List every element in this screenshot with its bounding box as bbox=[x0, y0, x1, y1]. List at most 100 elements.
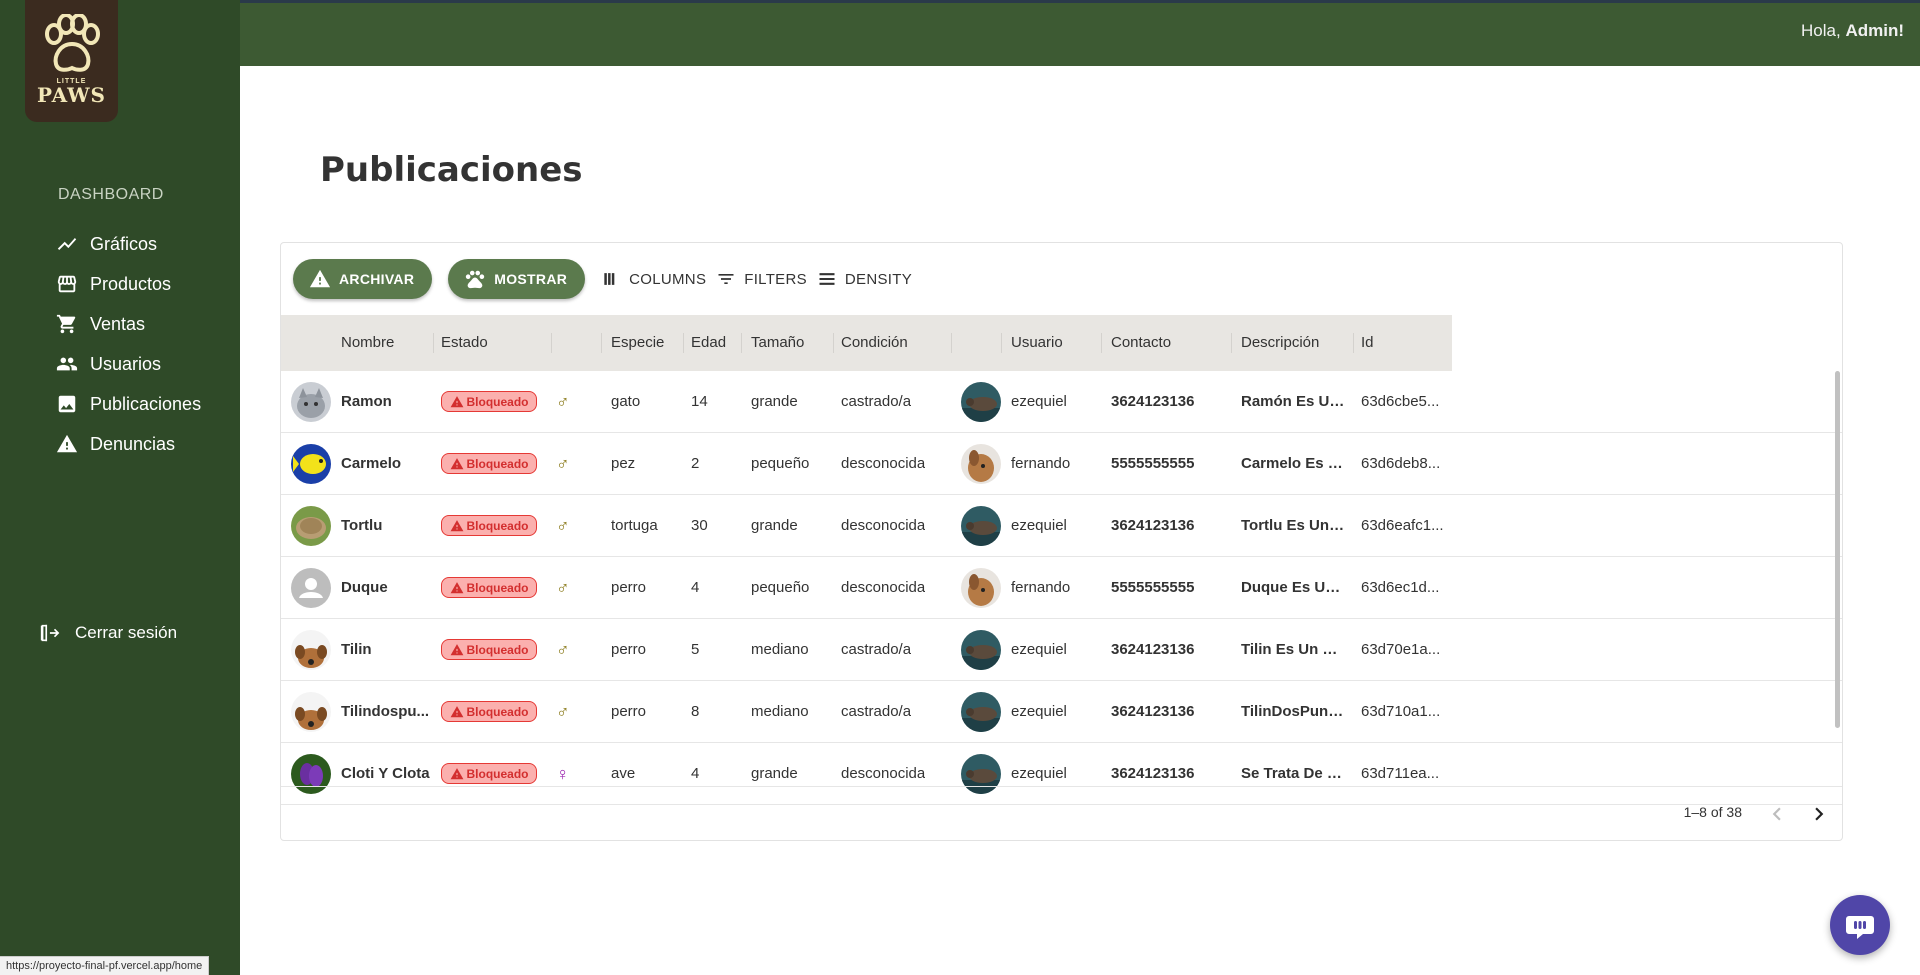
column-separator[interactable] bbox=[683, 333, 684, 353]
column-header-descripcion[interactable]: Descripción bbox=[1241, 315, 1319, 371]
cell-descripcion: Carmelo Es U... bbox=[1241, 455, 1345, 472]
pet-avatar bbox=[291, 692, 331, 732]
cell-edad: 4 bbox=[691, 579, 700, 596]
filter-icon bbox=[718, 274, 734, 284]
cell-descripcion: Duque Es Un ... bbox=[1241, 579, 1345, 596]
table-row[interactable]: Carmelo Bloqueado ♂ pez 2 pequeño descon… bbox=[281, 433, 1842, 495]
warning-icon bbox=[450, 581, 463, 593]
column-separator[interactable] bbox=[951, 333, 952, 353]
density-button[interactable]: DENSITY bbox=[817, 269, 912, 289]
sidebar-item-label: Gráficos bbox=[90, 233, 158, 254]
pet-avatar bbox=[291, 382, 331, 422]
status-badge[interactable]: Bloqueado bbox=[441, 577, 537, 598]
column-separator[interactable] bbox=[833, 333, 834, 353]
sidebar-item-ventas[interactable]: Ventas bbox=[56, 304, 201, 344]
next-page-button[interactable] bbox=[1806, 801, 1832, 827]
cell-nombre: Carmelo bbox=[341, 455, 402, 472]
table-row[interactable]: Tilin Bloqueado ♂ perro 5 mediano castra… bbox=[281, 619, 1842, 681]
column-header-condicion[interactable]: Condición bbox=[841, 315, 908, 371]
column-header-usuario[interactable]: Usuario bbox=[1011, 315, 1063, 371]
image-icon bbox=[58, 395, 76, 413]
column-header-nombre[interactable]: Nombre bbox=[341, 315, 394, 371]
previous-page-button[interactable] bbox=[1764, 801, 1790, 827]
cell-nombre: Ramon bbox=[341, 393, 392, 410]
grid-toolbar: ARCHIVAR MOSTRAR COLUMNS FILTERS DENSITY bbox=[293, 259, 922, 299]
logout-button[interactable]: Cerrar sesión bbox=[38, 622, 177, 644]
chevron-left-icon bbox=[1772, 807, 1781, 821]
pet-avatar bbox=[291, 630, 331, 670]
cell-nombre: Duque bbox=[341, 579, 388, 596]
grid-header: Nombre Estado Especie Edad Tamaño Condic… bbox=[281, 315, 1452, 371]
column-separator[interactable] bbox=[1101, 333, 1102, 353]
column-separator[interactable] bbox=[1353, 333, 1354, 353]
status-badge[interactable]: Bloqueado bbox=[441, 515, 537, 536]
status-badge-label: Bloqueado bbox=[466, 642, 529, 657]
male-icon: ♂ bbox=[556, 454, 570, 474]
status-badge[interactable]: Bloqueado bbox=[441, 763, 537, 784]
cell-id: 63d710a1... bbox=[1361, 703, 1441, 720]
status-badge[interactable]: Bloqueado bbox=[441, 639, 537, 660]
archive-button[interactable]: ARCHIVAR bbox=[293, 259, 433, 299]
column-separator[interactable] bbox=[1231, 333, 1232, 353]
cell-condicion: castrado/a bbox=[841, 393, 912, 410]
cell-especie: perro bbox=[611, 579, 647, 596]
cell-tamano: mediano bbox=[751, 641, 809, 658]
sidebar-item-label: Publicaciones bbox=[90, 393, 202, 414]
cell-nombre: Tilindospu... bbox=[341, 703, 430, 720]
status-badge-label: Bloqueado bbox=[466, 456, 529, 471]
status-badge[interactable]: Bloqueado bbox=[441, 701, 537, 722]
column-header-id[interactable]: Id bbox=[1361, 315, 1374, 371]
column-separator[interactable] bbox=[1001, 333, 1002, 353]
column-header-estado[interactable]: Estado bbox=[441, 315, 488, 371]
column-separator[interactable] bbox=[601, 333, 602, 353]
columns-button[interactable]: COLUMNS bbox=[601, 269, 706, 289]
chat-button[interactable] bbox=[1830, 895, 1890, 955]
column-separator[interactable] bbox=[741, 333, 742, 353]
filters-button[interactable]: FILTERS bbox=[716, 269, 807, 289]
sidebar-item-label: Ventas bbox=[90, 313, 146, 334]
sidebar-item-publicaciones[interactable]: Publicaciones bbox=[56, 384, 201, 424]
column-header-especie[interactable]: Especie bbox=[611, 315, 664, 371]
columns-label: COLUMNS bbox=[629, 270, 707, 288]
density-label: DENSITY bbox=[844, 270, 913, 288]
show-button[interactable]: MOSTRAR bbox=[448, 259, 586, 299]
column-separator[interactable] bbox=[433, 333, 434, 353]
cell-contacto: 3624123136 bbox=[1111, 393, 1195, 410]
grid-scrollbar[interactable] bbox=[1835, 371, 1840, 728]
cell-usuario: ezequiel bbox=[1011, 517, 1067, 534]
column-header-contacto[interactable]: Contacto bbox=[1111, 315, 1171, 371]
female-icon: ♀ bbox=[556, 764, 570, 784]
cell-usuario: fernando bbox=[1011, 579, 1071, 596]
sidebar-item-productos[interactable]: Productos bbox=[56, 264, 201, 304]
cell-nombre: Tilin bbox=[341, 641, 372, 658]
status-badge[interactable]: Bloqueado bbox=[441, 453, 537, 474]
status-badge[interactable]: Bloqueado bbox=[441, 391, 537, 412]
sidebar-item-denuncias[interactable]: Denuncias bbox=[56, 424, 201, 464]
cell-edad: 5 bbox=[691, 641, 700, 658]
data-grid: ARCHIVAR MOSTRAR COLUMNS FILTERS DENSITY… bbox=[280, 242, 1843, 841]
column-separator[interactable] bbox=[551, 333, 552, 353]
status-bar-url: https://proyecto-final-pf.vercel.app/hom… bbox=[0, 956, 210, 975]
sidebar-item-graficos[interactable]: Gráficos bbox=[56, 224, 201, 264]
column-header-edad[interactable]: Edad bbox=[691, 315, 726, 371]
sidebar-item-usuarios[interactable]: Usuarios bbox=[56, 344, 201, 384]
cell-edad: 2 bbox=[691, 455, 700, 472]
column-header-tamano[interactable]: Tamaño bbox=[751, 315, 804, 371]
warning-icon bbox=[56, 434, 78, 453]
table-row[interactable]: Tortlu Bloqueado ♂ tortuga 30 grande des… bbox=[281, 495, 1842, 557]
cell-nombre: Tortlu bbox=[341, 517, 383, 534]
warning-icon bbox=[450, 395, 463, 407]
cell-descripcion: Ramón Es Un ... bbox=[1241, 393, 1345, 410]
greeting: Hola, Admin! bbox=[1801, 21, 1904, 41]
table-row[interactable]: Duque Bloqueado ♂ perro 4 pequeño descon… bbox=[281, 557, 1842, 619]
topbar: Hola, Admin! bbox=[240, 0, 1920, 66]
cell-usuario: fernando bbox=[1011, 455, 1071, 472]
sidebar-item-label: Productos bbox=[90, 273, 172, 294]
greeting-username: Admin! bbox=[1845, 21, 1904, 40]
sidebar-nav: Gráficos Productos Ventas Usuarios Publi… bbox=[56, 224, 201, 464]
cell-tamano: mediano bbox=[751, 703, 809, 720]
pet-avatar-placeholder bbox=[291, 568, 331, 608]
little-paws-logo[interactable]: LITTLE PAWS bbox=[25, 0, 118, 122]
table-row[interactable]: Ramon Bloqueado ♂ gato 14 grande castrad… bbox=[281, 371, 1842, 433]
table-row[interactable]: Tilindospu... Bloqueado ♂ perro 8 median… bbox=[281, 681, 1842, 743]
